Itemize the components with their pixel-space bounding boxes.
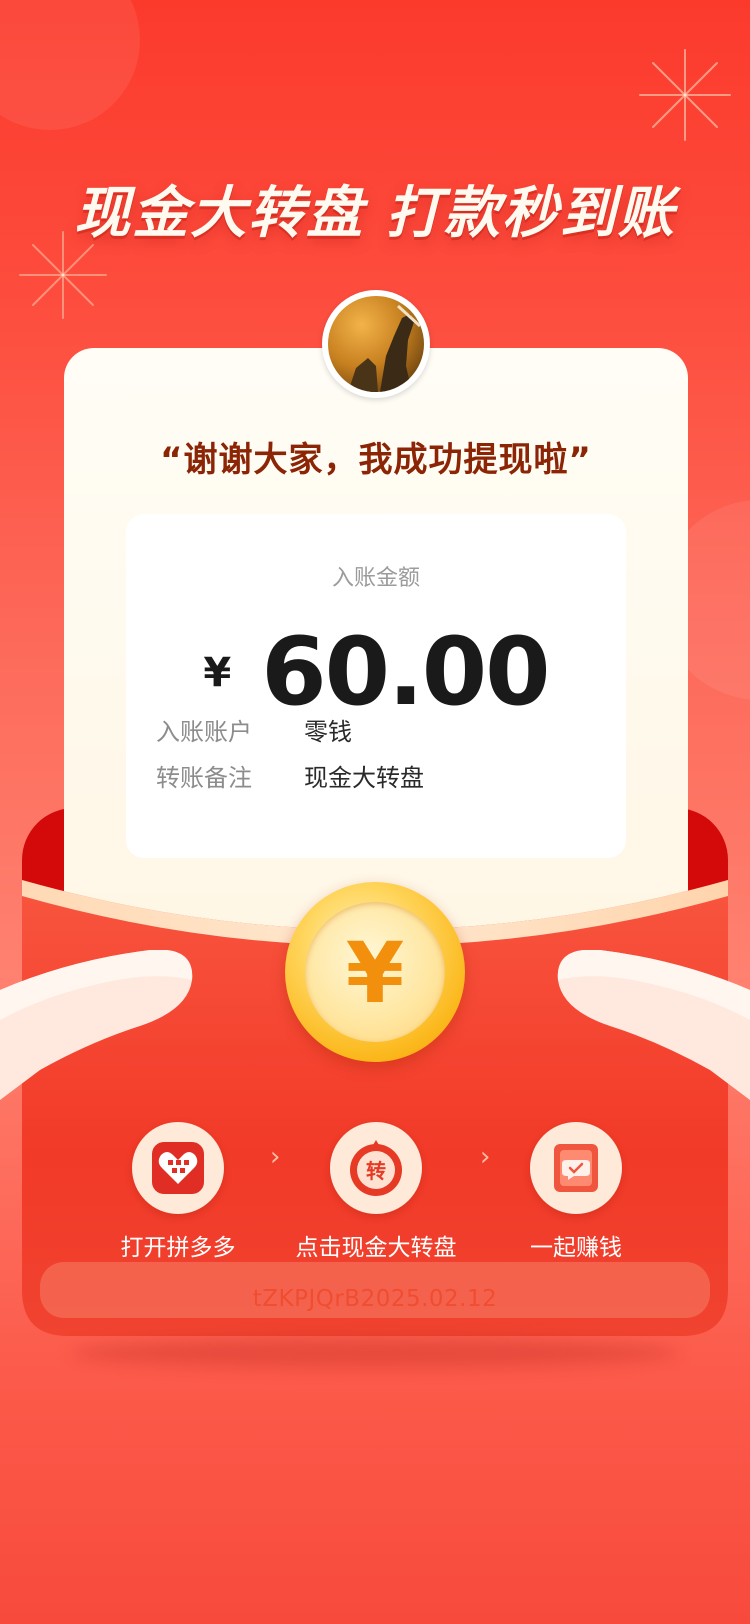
poster-headline: 现金大转盘 打款秒到账 <box>74 181 676 246</box>
step-icon-earn <box>530 1122 622 1214</box>
share-poster: 现金大转盘 打款秒到账 “谢谢大家，我成功提现啦” 入账金额 ¥ 60.00 入… <box>0 0 750 1624</box>
lucky-wheel-badge: 转 <box>366 1159 386 1183</box>
yuan-icon: ¥ <box>345 924 405 1022</box>
info-row-account: 入账账户 零钱 <box>156 712 352 747</box>
decor-circle-top-left <box>0 0 140 130</box>
chevron-right-icon: › <box>480 1142 491 1172</box>
info-key: 转账备注 <box>156 764 252 792</box>
invite-code: tZKPJQrB2025.02.12 <box>252 1286 498 1312</box>
envelope-shadow <box>70 1338 680 1368</box>
amount-label: 入账金额 <box>331 566 420 591</box>
pinduoduo-app-icon <box>152 1142 204 1194</box>
step-label: 点击现金大转盘 <box>295 1235 457 1261</box>
step-label: 打开拼多多 <box>120 1235 236 1261</box>
info-key: 入账账户 <box>156 718 252 746</box>
amount-value: 60.00 <box>261 618 550 727</box>
firework-decoration-right <box>639 49 731 141</box>
info-value: 零钱 <box>304 718 352 746</box>
user-avatar <box>322 290 430 398</box>
step-icon-open-app <box>132 1122 224 1214</box>
chat-bubble-icon <box>554 1144 598 1192</box>
coin-face: ¥ <box>305 902 445 1042</box>
left-hand-illustration <box>0 950 193 1100</box>
chevron-right-icon: › <box>270 1142 281 1172</box>
avatar-image <box>328 296 424 392</box>
step-icon-lucky-wheel: 转 <box>330 1122 422 1214</box>
right-hand-illustration <box>557 950 750 1100</box>
lucky-wheel-icon: 转 <box>350 1140 402 1196</box>
amount-display: ¥60.00 <box>126 618 626 727</box>
transfer-receipt: 入账金额 ¥60.00 入账账户 零钱 转账备注 现金大转盘 <box>126 514 626 858</box>
gold-coin-button[interactable]: ¥ <box>285 882 465 1062</box>
user-quote: “谢谢大家，我成功提现啦” <box>160 440 592 480</box>
info-value: 现金大转盘 <box>304 764 424 792</box>
step-label: 一起赚钱 <box>530 1235 622 1261</box>
info-row-remark: 转账备注 现金大转盘 <box>156 758 424 793</box>
currency-symbol: ¥ <box>203 650 232 696</box>
